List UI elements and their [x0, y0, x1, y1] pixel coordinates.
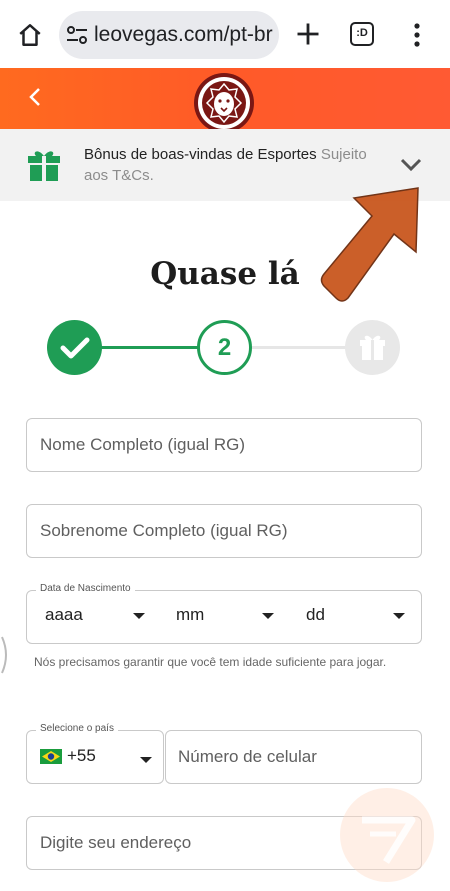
phone-placeholder: Número de celular — [178, 747, 317, 766]
url-text: leovegas.com/pt-br — [94, 23, 273, 46]
promo-title: Bônus de boas-vindas de Esportes — [84, 146, 317, 163]
surname-placeholder: Sobrenome Completo (igual RG) — [40, 521, 288, 540]
tune-icon[interactable] — [65, 24, 89, 46]
birth-date-label: Data de Nascimento — [36, 583, 135, 594]
step-3-pending — [345, 320, 400, 375]
country-select-label: Selecione o país — [36, 723, 118, 734]
year-select[interactable]: aaaa — [45, 605, 83, 625]
surname-input[interactable]: Sobrenome Completo (igual RG) — [26, 504, 422, 558]
step-connector — [100, 346, 198, 349]
month-select[interactable]: mm — [176, 605, 204, 625]
annotation-arrow-icon — [320, 187, 419, 302]
country-code: +55 — [67, 746, 96, 765]
browser-toolbar: leovegas.com/pt-br :D — [0, 0, 450, 68]
tab-switcher-button[interactable]: :D — [350, 22, 374, 46]
leovegas-lion-logo[interactable] — [193, 72, 255, 134]
full-name-placeholder: Nome Completo (igual RG) — [40, 435, 246, 454]
step-2-current: 2 — [197, 320, 252, 375]
gift-icon — [28, 151, 60, 181]
chevron-left-icon[interactable] — [26, 86, 44, 108]
country-dropdown-icon[interactable] — [140, 757, 152, 763]
phone-input[interactable]: Número de celular — [165, 730, 422, 784]
address-placeholder: Digite seu endereço — [40, 833, 192, 852]
age-hint: Nós precisamos garantir que você tem ida… — [34, 655, 387, 669]
side-edge-mark — [1, 636, 7, 674]
check-icon — [60, 337, 90, 359]
more-vert-icon[interactable] — [407, 22, 427, 48]
promo-text: Bônus de boas-vindas de Esportes Sujeito… — [84, 144, 384, 186]
chevron-down-icon[interactable] — [399, 156, 423, 174]
step-1-complete — [47, 320, 102, 375]
country-code-select[interactable]: Selecione o país +55 — [26, 723, 164, 784]
month-dropdown-icon[interactable] — [262, 613, 274, 619]
plus-icon[interactable] — [294, 20, 322, 48]
site-header — [0, 68, 450, 133]
brazil-flag-icon — [40, 749, 62, 764]
step-connector — [250, 346, 348, 349]
full-name-input[interactable]: Nome Completo (igual RG) — [26, 418, 422, 472]
watermark-seven-icon — [362, 816, 416, 864]
day-dropdown-icon[interactable] — [393, 613, 405, 619]
gift-icon — [360, 335, 385, 360]
year-dropdown-icon[interactable] — [133, 613, 145, 619]
home-icon[interactable] — [17, 22, 43, 48]
watermark-logo — [340, 788, 434, 882]
address-bar[interactable]: leovegas.com/pt-br — [59, 11, 279, 59]
birth-date-group: Data de Nascimento aaaa mm dd — [26, 583, 422, 644]
day-select[interactable]: dd — [306, 605, 325, 625]
progress-stepper: 2 — [0, 319, 450, 377]
